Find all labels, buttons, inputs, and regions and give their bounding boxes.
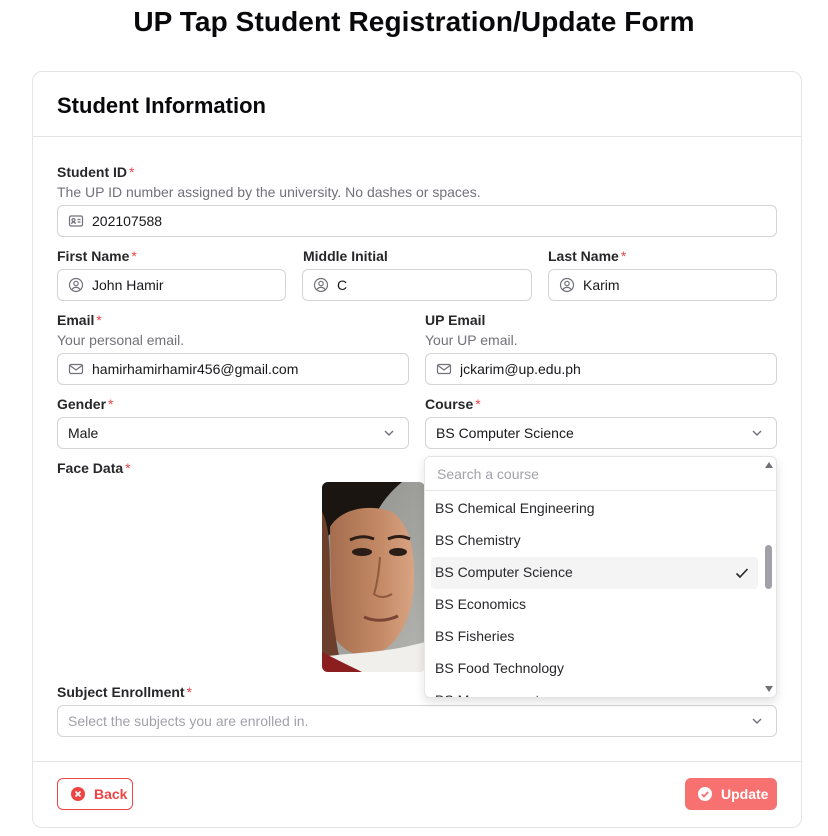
course-label: Course * xyxy=(425,396,481,412)
user-circle-icon xyxy=(68,277,84,293)
last-name-input[interactable]: Karim xyxy=(548,269,777,301)
up-email-input[interactable]: jckarim@up.edu.ph xyxy=(425,353,777,385)
email-value: hamirhamirhamir456@gmail.com xyxy=(92,361,299,377)
scroll-down-arrow-icon[interactable] xyxy=(764,685,774,693)
id-card-icon xyxy=(68,213,84,229)
back-button[interactable]: Back xyxy=(57,778,133,810)
first-name-value: John Hamir xyxy=(92,277,164,293)
course-option[interactable]: BS Chemistry xyxy=(431,525,758,557)
up-email-description: Your UP email. xyxy=(425,332,518,348)
footer-divider xyxy=(33,761,801,762)
course-option[interactable]: BS Fisheries xyxy=(431,621,758,653)
course-select[interactable]: BS Computer Science xyxy=(425,417,777,449)
back-button-label: Back xyxy=(94,786,128,802)
gender-label: Gender * xyxy=(57,396,114,412)
course-option-label: BS Economics xyxy=(435,596,527,612)
middle-initial-input[interactable]: C xyxy=(302,269,532,301)
x-circle-icon xyxy=(71,787,85,801)
middle-initial-value: C xyxy=(337,277,348,293)
gender-select[interactable]: Male xyxy=(57,417,409,449)
email-description: Your personal email. xyxy=(57,332,185,348)
subject-enrollment-select[interactable]: Select the subjects you are enrolled in. xyxy=(57,705,777,737)
face-data-label: Face Data * xyxy=(57,460,131,476)
face-photo xyxy=(322,482,425,672)
first-name-input[interactable]: John Hamir xyxy=(57,269,286,301)
course-options-list: BS Chemical Engineering BS Chemistry BS Co… xyxy=(425,491,776,697)
last-name-value: Karim xyxy=(583,277,620,293)
update-button[interactable]: Update xyxy=(685,778,777,810)
card-header: Student Information xyxy=(33,72,801,137)
subject-enrollment-placeholder: Select the subjects you are enrolled in. xyxy=(68,713,309,729)
middle-initial-label: Middle Initial xyxy=(303,248,388,264)
mail-icon xyxy=(436,361,452,377)
student-id-input[interactable]: 202107588 xyxy=(57,205,777,237)
card-title: Student Information xyxy=(57,93,266,118)
email-label: Email * xyxy=(57,312,102,328)
check-icon xyxy=(735,568,749,579)
student-information-card: Student Information Student ID * The UP I… xyxy=(32,71,802,828)
course-option[interactable]: BS Management xyxy=(431,685,758,697)
student-id-description: The UP ID number assigned by the univers… xyxy=(57,184,481,200)
chevron-down-icon xyxy=(384,430,394,436)
course-option[interactable]: BS Economics xyxy=(431,589,758,621)
course-option-label: BS Management xyxy=(435,692,539,697)
chevron-down-icon xyxy=(752,430,762,436)
user-circle-icon xyxy=(559,277,575,293)
course-option[interactable]: BS Food Technology xyxy=(431,653,758,685)
gender-value: Male xyxy=(68,425,99,441)
last-name-label: Last Name * xyxy=(548,248,627,264)
student-id-label: Student ID * xyxy=(57,164,135,180)
course-value: BS Computer Science xyxy=(436,425,574,441)
subject-enrollment-label: Subject Enrollment * xyxy=(57,684,193,700)
course-option-label: BS Fisheries xyxy=(435,628,515,644)
page-title: UP Tap Student Registration/Update Form xyxy=(133,6,695,37)
update-button-label: Update xyxy=(721,786,769,802)
check-circle-icon xyxy=(698,787,712,801)
course-search-input[interactable]: Search a course xyxy=(425,457,776,491)
course-option[interactable]: BS Chemical Engineering xyxy=(431,493,758,525)
first-name-label: First Name * xyxy=(57,248,137,264)
course-option-label: BS Chemistry xyxy=(435,532,521,548)
course-option-label: BS Chemical Engineering xyxy=(435,500,595,516)
up-email-value: jckarim@up.edu.ph xyxy=(460,361,581,377)
user-circle-icon xyxy=(313,277,329,293)
email-input[interactable]: hamirhamirhamir456@gmail.com xyxy=(57,353,409,385)
course-option-label: BS Food Technology xyxy=(435,660,564,676)
course-dropdown: Search a course BS Chemical Engineering B… xyxy=(424,456,777,698)
chevron-down-icon xyxy=(752,718,762,724)
mail-icon xyxy=(68,361,84,377)
student-id-value: 202107588 xyxy=(92,213,163,229)
course-option-label: BS Computer Science xyxy=(435,564,573,580)
up-email-label: UP Email xyxy=(425,312,486,328)
course-option[interactable]: BS Computer Science xyxy=(431,557,758,589)
scroll-up-arrow-icon[interactable] xyxy=(764,461,774,469)
scrollbar-thumb[interactable] xyxy=(765,545,772,589)
